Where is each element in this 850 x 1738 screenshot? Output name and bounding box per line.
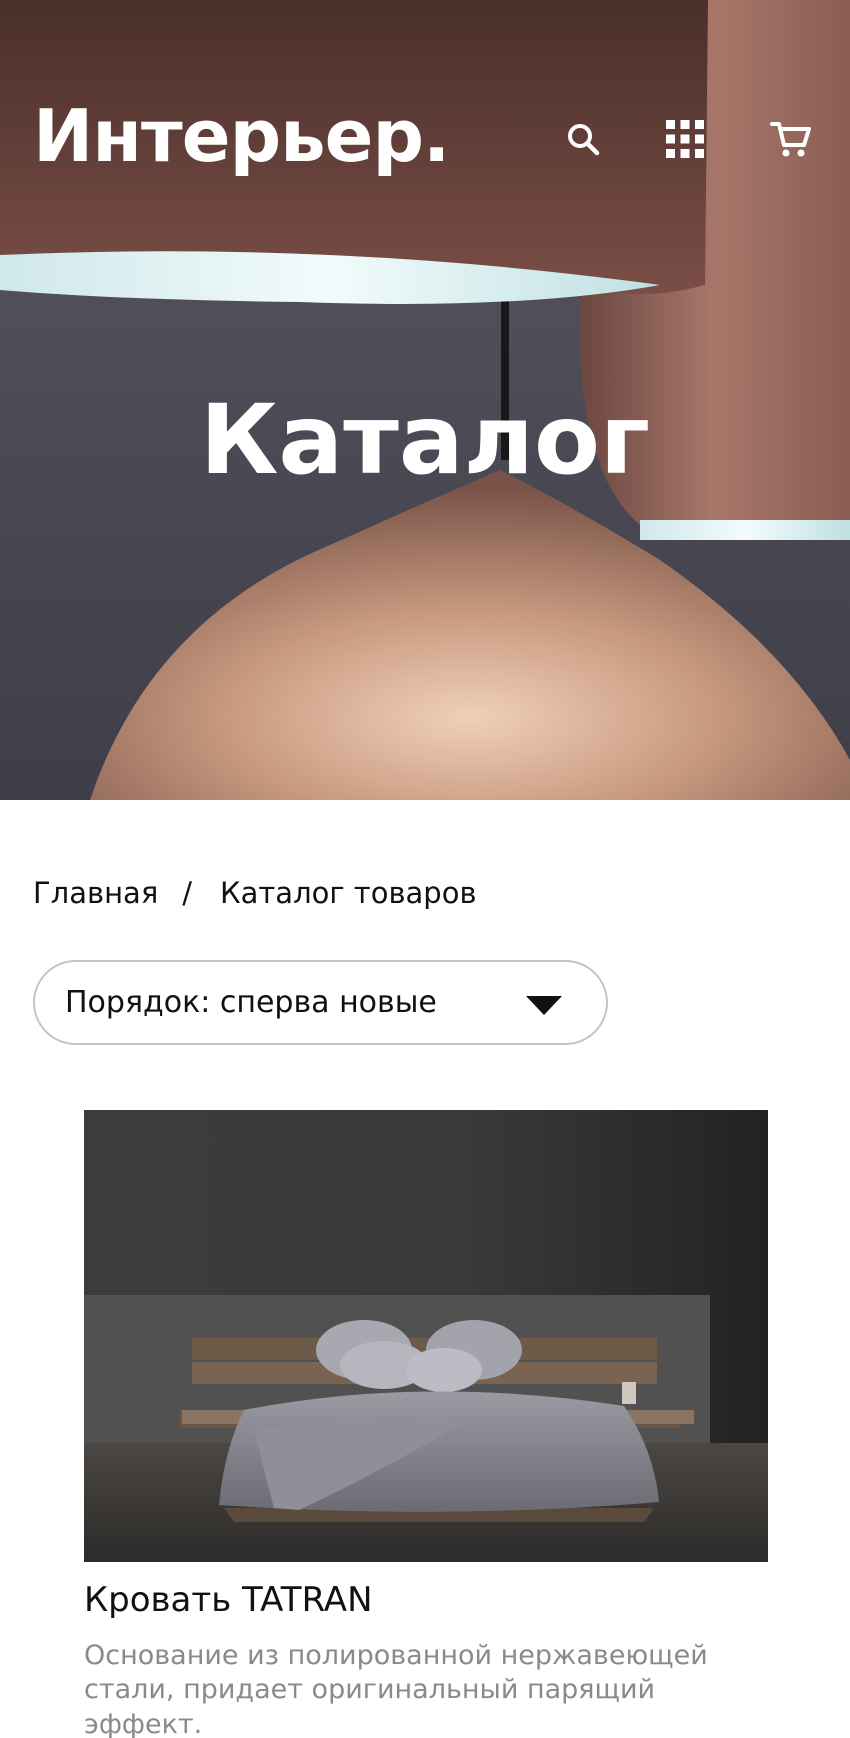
cart-icon[interactable] — [770, 118, 812, 160]
product-name[interactable]: Кровать TATRAN — [84, 1580, 768, 1621]
sort-order-select[interactable]: Порядок: сперва новые — [33, 960, 608, 1045]
hero-banner: Интерьер. Каталог — [0, 0, 850, 800]
chevron-down-icon — [526, 996, 562, 1015]
breadcrumb-separator: / — [182, 876, 193, 910]
site-header: Интерьер. — [0, 0, 850, 290]
breadcrumb: Главная / Каталог товаров — [33, 876, 477, 910]
product-description: Основание из полированной нержавеющей ст… — [84, 1639, 708, 1738]
sort-order-label: Порядок: сперва новые — [65, 985, 437, 1020]
grid-menu-icon[interactable] — [664, 118, 706, 160]
site-logo[interactable]: Интерьер. — [33, 100, 450, 172]
breadcrumb-home-link[interactable]: Главная — [33, 876, 158, 910]
page-title: Каталог — [199, 384, 651, 496]
breadcrumb-current: Каталог товаров — [220, 876, 477, 910]
search-icon[interactable] — [562, 118, 604, 160]
product-card[interactable]: Кровать TATRAN Основание из полированной… — [84, 1110, 768, 1738]
product-image[interactable] — [84, 1110, 768, 1562]
